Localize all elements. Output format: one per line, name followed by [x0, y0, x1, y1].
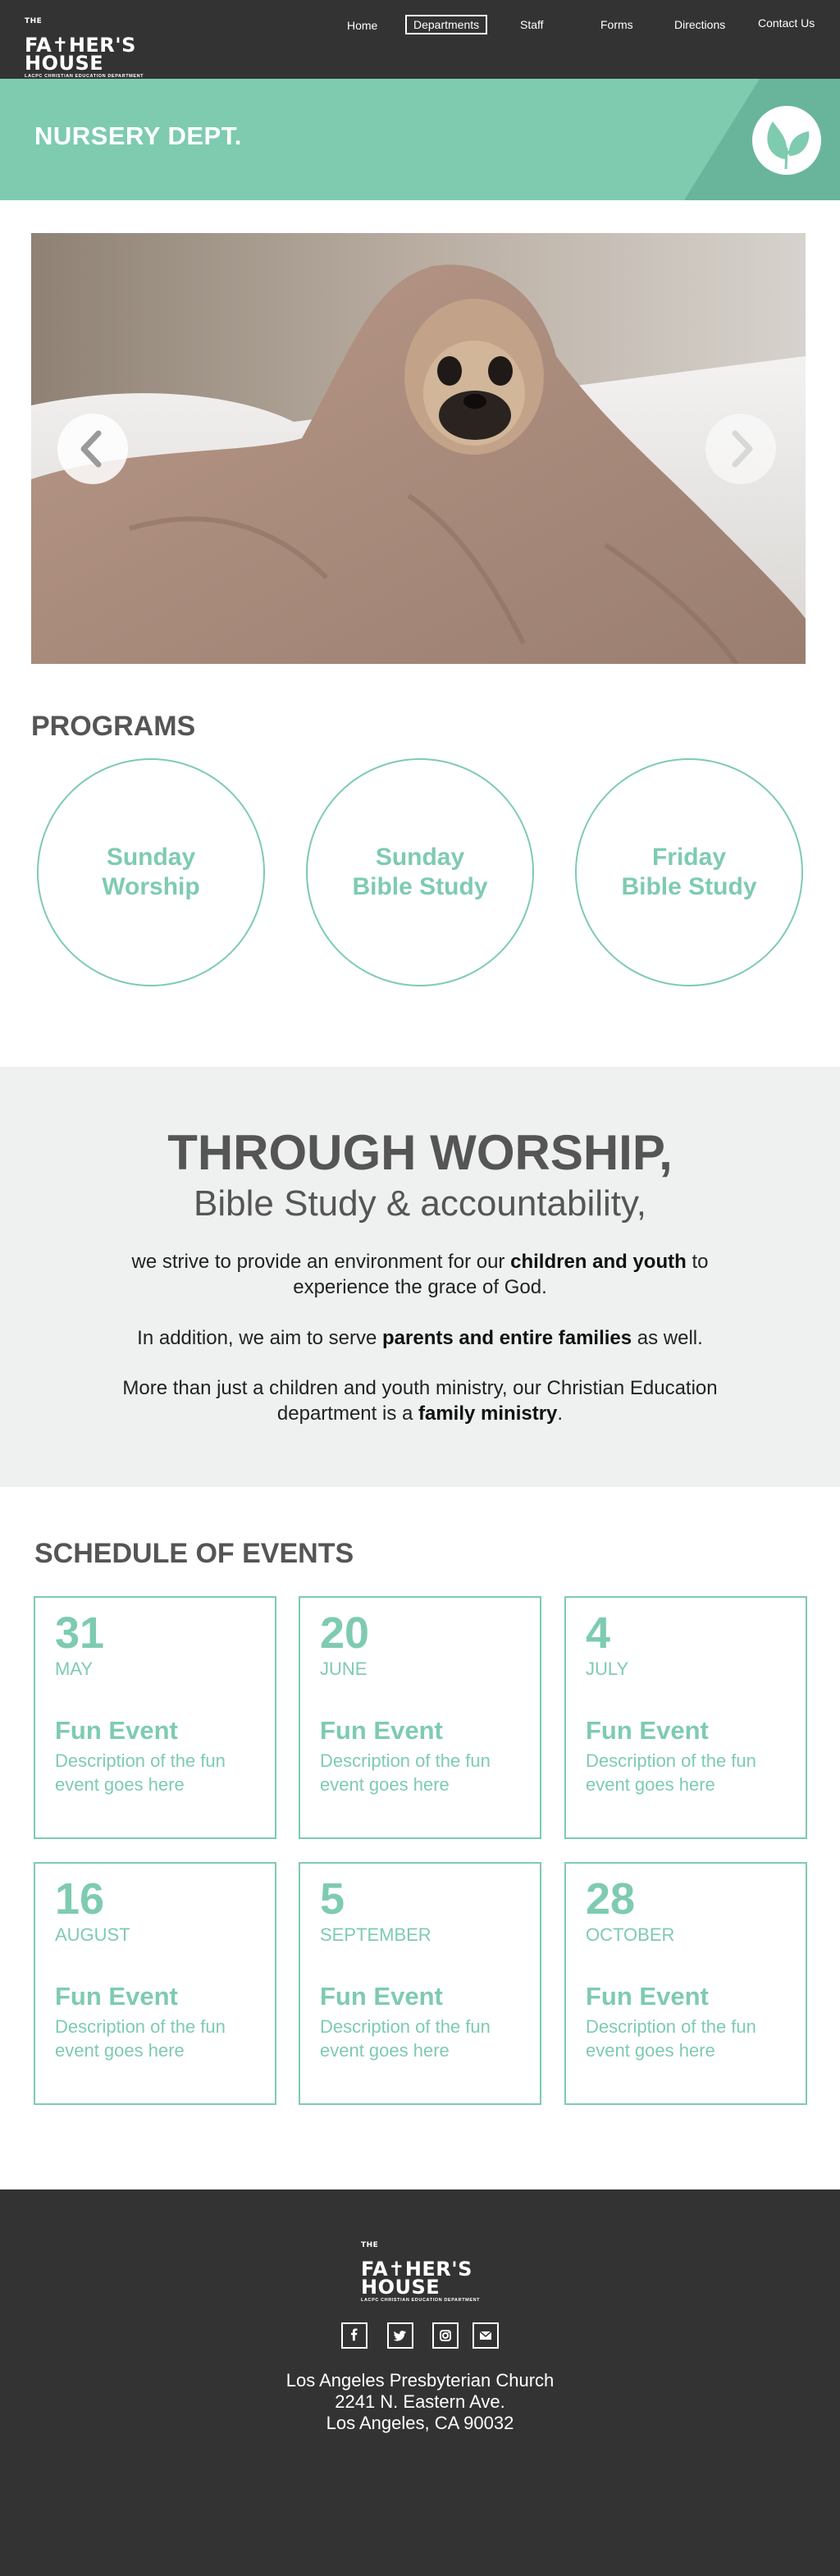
programs-heading: PROGRAMS	[31, 711, 196, 742]
logo-name-top: THEFA✝HER'S	[25, 17, 136, 57]
mission-title: THROUGH WORSHIP,	[167, 1125, 673, 1180]
event-title: Fun Event	[320, 1716, 443, 1745]
event-description: Description of the fun event goes here	[320, 1750, 491, 1795]
program-label: Sunday Worship	[102, 844, 200, 900]
program-label: Sunday Bible Study	[352, 844, 488, 900]
logo-name-bottom: HOUSE	[361, 2276, 441, 2299]
event-description: Description of the fun event goes here	[586, 2016, 756, 2061]
event-title: Fun Event	[55, 1982, 178, 2011]
chevron-right-icon	[732, 430, 753, 468]
nav-link-directions[interactable]: Directions	[674, 18, 725, 31]
mission-paragraph-3: More than just a children and youth mini…	[122, 1377, 718, 1425]
event-card[interactable]: 4 JULY Fun Event Description of the fun …	[564, 1596, 807, 1839]
event-day: 4	[586, 1608, 611, 1658]
event-day: 20	[320, 1608, 370, 1658]
site-logo[interactable]: THEFA✝HER'S HOUSE LACPC CHRISTIAN EDUCAT…	[25, 17, 148, 80]
mission-subtitle: Bible Study & accountability,	[194, 1183, 646, 1224]
event-card[interactable]: 5 SEPTEMBER Fun Event Description of the…	[299, 1862, 541, 2105]
facebook-icon	[351, 2328, 358, 2341]
program-sunday-worship[interactable]: Sunday Worship	[37, 758, 265, 986]
event-card[interactable]: 20 JUNE Fun Event Description of the fun…	[299, 1596, 541, 1839]
event-title: Fun Event	[320, 1982, 443, 2011]
carousel-next-button[interactable]	[705, 414, 776, 484]
event-description: Description of the fun event goes here	[320, 2016, 491, 2061]
nav-link-home[interactable]: Home	[347, 19, 377, 32]
nav-link-forms[interactable]: Forms	[600, 18, 633, 31]
mission-section: THROUGH WORSHIP, Bible Study & accountab…	[0, 1067, 840, 1487]
event-card[interactable]: 31 MAY Fun Event Description of the fun …	[34, 1596, 276, 1839]
event-day: 16	[55, 1874, 105, 1924]
event-title: Fun Event	[55, 1716, 178, 1745]
instagram-link[interactable]	[432, 2322, 459, 2349]
event-description: Description of the fun event goes here	[586, 1750, 756, 1795]
event-month: JULY	[586, 1659, 629, 1679]
email-link[interactable]	[472, 2322, 499, 2349]
event-day: 5	[320, 1874, 345, 1924]
event-card[interactable]: 16 AUGUST Fun Event Description of the f…	[34, 1862, 276, 2105]
email-icon	[479, 2331, 492, 2340]
program-sunday-bible-study[interactable]: Sunday Bible Study	[306, 758, 534, 986]
chevron-left-icon	[80, 430, 102, 468]
mission-paragraph-2: In addition, we aim to serve parents and…	[137, 1327, 703, 1349]
nav-link-departments[interactable]: Departments	[405, 15, 488, 34]
top-navigation: THEFA✝HER'S HOUSE LACPC CHRISTIAN EDUCAT…	[0, 0, 840, 79]
footer-logo[interactable]: THEFA✝HER'S HOUSE LACPC CHRISTIAN EDUCAT…	[361, 2241, 484, 2304]
footer-address-line: Los Angeles, CA 90032	[326, 2413, 514, 2433]
page-title: NURSERY DEPT.	[34, 121, 242, 150]
nav-link-staff[interactable]: Staff	[520, 18, 544, 31]
instagram-icon	[440, 2330, 451, 2341]
event-card[interactable]: 28 OCTOBER Fun Event Description of the …	[564, 1862, 807, 2105]
logo-name-top: THEFA✝HER'S	[361, 2241, 472, 2281]
nav-link-contact-us[interactable]: Contact Us	[758, 16, 815, 30]
mission-paragraph-1: we strive to provide an environment for …	[131, 1251, 709, 1298]
leaf-icon	[752, 106, 821, 175]
twitter-icon	[393, 2331, 406, 2341]
event-title: Fun Event	[586, 1716, 709, 1745]
event-day: 31	[55, 1608, 105, 1658]
program-friday-bible-study[interactable]: Friday Bible Study	[575, 758, 803, 986]
event-description: Description of the fun event goes here	[55, 1750, 226, 1795]
logo-subtitle: LACPC CHRISTIAN EDUCATION DEPARTMENT	[361, 2298, 481, 2303]
carousel-prev-button[interactable]	[57, 414, 128, 484]
event-month: MAY	[55, 1659, 94, 1679]
site-footer: THEFA✝HER'S HOUSE LACPC CHRISTIAN EDUCAT…	[0, 2189, 840, 2576]
event-month: OCTOBER	[586, 1924, 675, 1945]
logo-name-bottom: HOUSE	[25, 52, 104, 75]
event-title: Fun Event	[586, 1982, 709, 2011]
schedule-heading: SCHEDULE OF EVENTS	[34, 1538, 354, 1569]
page-banner: NURSERY DEPT.	[0, 79, 840, 200]
pug-in-blanket-photo	[31, 233, 806, 664]
footer-address-line: 2241 N. Eastern Ave.	[335, 2391, 505, 2412]
facebook-link[interactable]	[341, 2322, 368, 2349]
footer-address-line: Los Angeles Presbyterian Church	[285, 2370, 555, 2391]
image-carousel[interactable]	[31, 233, 806, 664]
event-day: 28	[586, 1874, 636, 1924]
program-label: Friday Bible Study	[621, 844, 757, 900]
twitter-link[interactable]	[387, 2322, 413, 2349]
event-month: AUGUST	[55, 1924, 130, 1945]
event-month: JUNE	[320, 1659, 368, 1679]
event-description: Description of the fun event goes here	[55, 2016, 226, 2061]
event-month: SEPTEMBER	[320, 1924, 431, 1945]
